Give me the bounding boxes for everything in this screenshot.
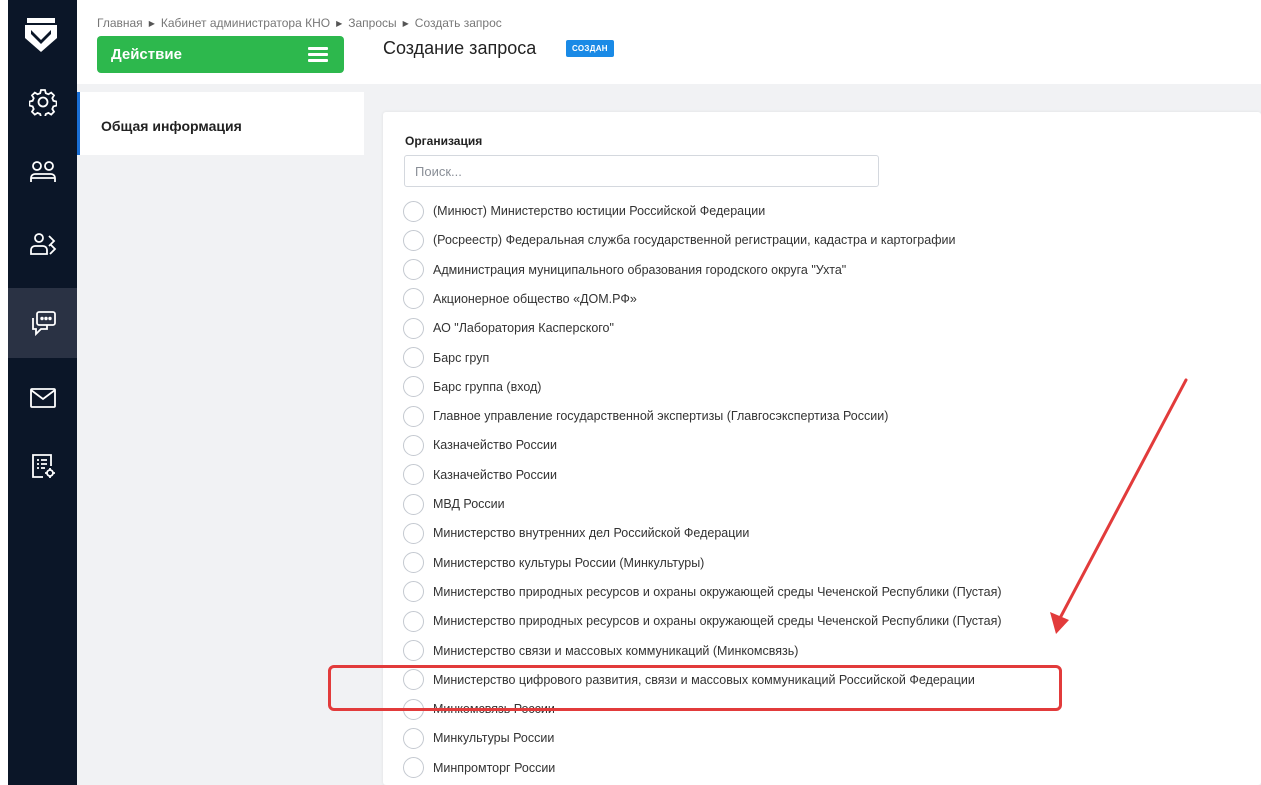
organization-option-label: Минкультуры России bbox=[433, 731, 555, 746]
organization-option[interactable]: Барс группа (вход) bbox=[403, 376, 541, 398]
menu-icon bbox=[308, 47, 328, 62]
organization-option-label: Акционерное общество «ДОМ.РФ» bbox=[433, 291, 637, 306]
organization-option[interactable]: Акционерное общество «ДОМ.РФ» bbox=[403, 288, 637, 310]
organization-option-label: АО "Лаборатория Касперского" bbox=[433, 321, 614, 336]
mail-icon bbox=[29, 388, 56, 408]
organization-option-label: Барс группа (вход) bbox=[433, 379, 542, 394]
breadcrumb-separator-icon: ▶ bbox=[336, 19, 343, 28]
radio-button[interactable] bbox=[403, 317, 424, 339]
organization-option[interactable]: Минкультуры России bbox=[403, 727, 554, 749]
organization-option[interactable]: МВД России bbox=[403, 493, 505, 515]
radio-button[interactable] bbox=[403, 493, 424, 515]
organization-option[interactable]: АО "Лаборатория Касперского" bbox=[403, 317, 614, 339]
organization-option[interactable]: Министерство цифрового развития, связи и… bbox=[403, 669, 975, 691]
organization-option-label: Министерство цифрового развития, связи и… bbox=[433, 672, 975, 687]
radio-button[interactable] bbox=[403, 200, 424, 222]
organization-search-input[interactable] bbox=[404, 155, 879, 187]
organization-option[interactable]: Минкомсвязь России bbox=[403, 698, 555, 720]
radio-button[interactable] bbox=[403, 757, 424, 779]
user-requests-icon bbox=[29, 233, 56, 255]
organization-option-label: Главное управление государственной экспе… bbox=[433, 409, 889, 424]
organization-option-label: (Минюст) Министерство юстиции Российской… bbox=[433, 204, 766, 218]
organization-option-label: (Росреестр) Федеральная служба государст… bbox=[433, 233, 956, 248]
sidebar-item-user-requests[interactable] bbox=[8, 214, 77, 274]
sidebar-item-mail[interactable] bbox=[8, 368, 77, 428]
breadcrumb-home[interactable]: Главная bbox=[97, 16, 143, 30]
page-title: Создание запроса bbox=[383, 38, 537, 58]
organization-option[interactable]: Казначейство России bbox=[403, 434, 557, 456]
radio-button[interactable] bbox=[403, 259, 424, 281]
app-logo-icon bbox=[25, 16, 57, 52]
organization-option-label: Казначейство России bbox=[433, 438, 557, 453]
organization-option-label: Министерство связи и массовых коммуникац… bbox=[433, 643, 799, 658]
radio-button[interactable] bbox=[403, 552, 424, 574]
breadcrumb: Главная ▶ Кабинет администратора КНО ▶ Запро… bbox=[97, 16, 502, 30]
radio-button[interactable] bbox=[403, 288, 424, 310]
organization-label: Организация bbox=[405, 134, 483, 148]
organization-option-label: Минпромторг России bbox=[433, 760, 556, 775]
action-button-label: Действие bbox=[111, 46, 182, 63]
radio-button[interactable] bbox=[403, 434, 424, 456]
breadcrumb-current: Создать запрос bbox=[414, 16, 502, 30]
organization-option[interactable]: (Минюст) Министерство юстиции Российской… bbox=[403, 200, 765, 222]
organization-option-label: Администрация муниципального образования… bbox=[433, 262, 847, 277]
radio-button[interactable] bbox=[403, 229, 424, 251]
organization-option[interactable]: (Росреестр) Федеральная служба государст… bbox=[403, 229, 955, 251]
organization-option[interactable]: Министерство культуры России (Минкультур… bbox=[403, 552, 704, 574]
breadcrumb-separator-icon: ▶ bbox=[402, 19, 409, 28]
radio-button[interactable] bbox=[403, 347, 424, 368]
settings-icon bbox=[28, 89, 57, 116]
app-sidebar bbox=[8, 0, 77, 785]
action-button[interactable]: Действие bbox=[97, 36, 344, 73]
nav-item-general-info[interactable]: Общая информация bbox=[77, 92, 364, 155]
report-settings-icon bbox=[31, 454, 55, 478]
organization-option-label: Министерство культуры России (Минкультур… bbox=[433, 555, 705, 570]
organization-option[interactable]: Министерство внутренних дел Российской Ф… bbox=[403, 522, 749, 544]
organization-option-label: МВД России bbox=[433, 497, 505, 511]
chat-icon bbox=[31, 311, 56, 337]
radio-button[interactable] bbox=[403, 522, 424, 544]
organization-option-label: Казначейство России bbox=[433, 467, 557, 482]
organization-option[interactable]: Главное управление государственной экспе… bbox=[403, 405, 888, 427]
breadcrumb-admin-cabinet[interactable]: Кабинет администратора КНО bbox=[161, 16, 330, 30]
organization-option[interactable]: Министерство природных ресурсов и охраны… bbox=[403, 581, 1002, 603]
left-edge bbox=[0, 0, 8, 785]
sidebar-item-chat[interactable] bbox=[8, 288, 77, 358]
radio-button[interactable] bbox=[403, 405, 424, 427]
organization-option[interactable]: Барс груп bbox=[403, 347, 489, 369]
organization-option[interactable]: Казначейство России bbox=[403, 464, 557, 486]
sidebar-item-settings[interactable] bbox=[8, 72, 77, 132]
section-nav: Общая информация bbox=[77, 84, 364, 785]
organization-option-label: Барс груп bbox=[433, 350, 490, 365]
organization-option-label: Министерство природных ресурсов и охраны… bbox=[433, 584, 1002, 599]
radio-button[interactable] bbox=[403, 581, 424, 603]
organization-option-label: Министерство внутренних дел Российской Ф… bbox=[433, 526, 750, 541]
status-badge: СОЗДАН bbox=[566, 40, 614, 57]
organization-option-label: Минкомсвязь России bbox=[433, 702, 555, 717]
radio-button[interactable] bbox=[403, 698, 424, 720]
page-header: Главная ▶ Кабинет администратора КНО ▶ Запро… bbox=[77, 0, 1261, 84]
radio-button[interactable] bbox=[403, 669, 424, 691]
sidebar-item-report-settings[interactable] bbox=[8, 436, 77, 496]
radio-button[interactable] bbox=[403, 727, 424, 749]
breadcrumb-separator-icon: ▶ bbox=[148, 19, 155, 28]
sidebar-item-users[interactable] bbox=[8, 142, 77, 202]
breadcrumb-requests[interactable]: Запросы bbox=[348, 16, 396, 30]
radio-button[interactable] bbox=[403, 464, 424, 486]
radio-button[interactable] bbox=[403, 376, 424, 398]
radio-button[interactable] bbox=[403, 640, 424, 661]
organization-option[interactable]: Министерство связи и массовых коммуникац… bbox=[403, 640, 798, 662]
organization-option-label: Министерство природных ресурсов и охраны… bbox=[433, 614, 1002, 629]
users-icon bbox=[29, 161, 56, 182]
organization-option[interactable]: Минпромторг России bbox=[403, 757, 555, 779]
radio-button[interactable] bbox=[403, 610, 424, 632]
organization-option[interactable]: Администрация муниципального образования… bbox=[403, 259, 846, 281]
organization-option[interactable]: Министерство природных ресурсов и охраны… bbox=[403, 610, 1002, 632]
